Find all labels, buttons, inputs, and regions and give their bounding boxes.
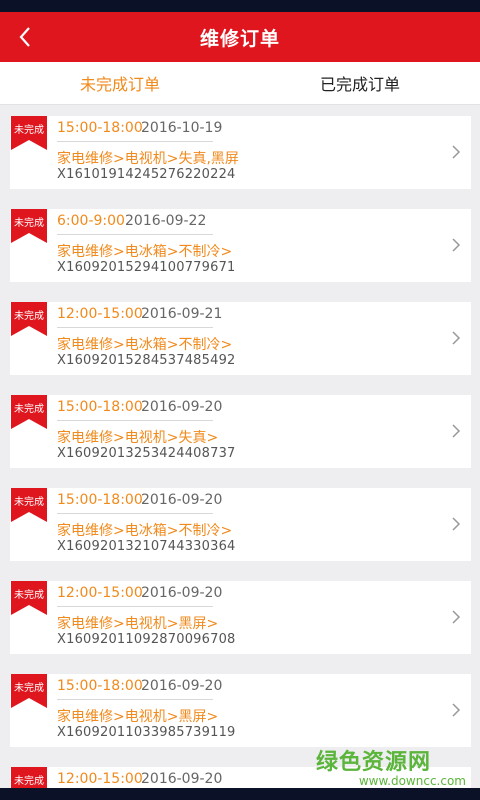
chevron-right-icon	[452, 610, 461, 624]
order-number: X16092015284537485492	[57, 353, 236, 368]
chevron-right-icon	[452, 703, 461, 717]
order-date: 2016-09-20	[141, 492, 223, 508]
order-tabs: 未完成订单 已完成订单	[0, 62, 480, 105]
status-label: 未完成	[14, 497, 44, 508]
order-number: X16092013253424408737	[57, 446, 236, 461]
order-card[interactable]: 未完成 15:00-18:00 2016-09-20 家电维修>电视机>失真> …	[10, 395, 471, 468]
status-ribbon: 未完成	[11, 674, 47, 708]
divider	[57, 420, 213, 421]
order-category: 家电维修>电视机>失真>	[57, 430, 219, 446]
order-number: X16092015294100779671	[57, 260, 236, 275]
order-time: 12:00-15:00	[57, 306, 143, 322]
divider	[57, 141, 213, 142]
order-card[interactable]: 未完成 15:00-18:00 2016-09-20 家电维修>电冰箱>不制冷>…	[10, 488, 471, 561]
back-button[interactable]	[10, 12, 40, 62]
order-time: 6:00-9:00	[57, 213, 125, 229]
navigation-bar	[0, 788, 480, 800]
order-card[interactable]: 未完成 15:00-18:00 2016-09-20 家电维修>电视机>黑屏> …	[10, 674, 471, 747]
divider	[57, 606, 213, 607]
status-ribbon: 未完成	[11, 116, 47, 150]
order-date: 2016-09-20	[141, 585, 223, 601]
order-category: 家电维修>电视机>黑屏>	[57, 616, 219, 632]
tab-completed-orders[interactable]: 已完成订单	[240, 62, 480, 104]
order-date: 2016-09-20	[141, 771, 223, 787]
order-time: 12:00-15:00	[57, 771, 143, 787]
status-ribbon: 未完成	[11, 488, 47, 522]
order-time: 12:00-15:00	[57, 585, 143, 601]
page-title: 维修订单	[199, 27, 280, 50]
order-category: 家电维修>电视机>黑屏>	[57, 709, 219, 725]
order-time: 15:00-18:00	[57, 492, 143, 508]
status-bar	[0, 0, 480, 12]
order-number: X16092013210744330364	[57, 539, 236, 554]
order-date: 2016-09-22	[125, 213, 207, 229]
status-label: 未完成	[14, 590, 44, 601]
order-date: 2016-09-20	[141, 399, 223, 415]
status-label: 未完成	[14, 311, 44, 322]
order-time: 15:00-18:00	[57, 399, 143, 415]
watermark-text: 绿色资源网	[316, 750, 432, 775]
order-number: X16092011092870096708	[57, 632, 236, 647]
order-category: 家电维修>电视机>失真,黑屏	[57, 151, 239, 167]
divider	[57, 327, 213, 328]
status-ribbon: 未完成	[11, 302, 47, 336]
order-list: 未完成 15:00-18:00 2016-10-19 家电维修>电视机>失真,黑…	[0, 105, 480, 788]
order-time: 15:00-18:00	[57, 120, 143, 136]
chevron-right-icon	[452, 331, 461, 345]
status-label: 未完成	[14, 404, 44, 415]
order-category: 家电维修>电冰箱>不制冷>	[57, 244, 233, 260]
status-ribbon: 未完成	[11, 767, 47, 788]
chevron-right-icon	[452, 424, 461, 438]
chevron-right-icon	[452, 145, 461, 159]
status-ribbon: 未完成	[11, 581, 47, 615]
order-number: X16092011033985739119	[57, 725, 236, 740]
order-card[interactable]: 未完成 15:00-18:00 2016-10-19 家电维修>电视机>失真,黑…	[10, 116, 471, 189]
order-number: X16101914245276220224	[57, 167, 236, 182]
tab-incomplete-orders[interactable]: 未完成订单	[0, 62, 240, 104]
order-category: 家电维修>电冰箱>不制冷>	[57, 337, 233, 353]
divider	[57, 513, 213, 514]
status-label: 未完成	[14, 125, 44, 136]
divider	[57, 234, 213, 235]
order-date: 2016-09-20	[141, 678, 223, 694]
status-label: 未完成	[14, 776, 44, 787]
status-label: 未完成	[14, 218, 44, 229]
order-date: 2016-09-21	[141, 306, 223, 322]
status-ribbon: 未完成	[11, 209, 47, 243]
order-card[interactable]: 未完成 12:00-15:00 2016-09-21 家电维修>电冰箱>不制冷>…	[10, 302, 471, 375]
order-time: 15:00-18:00	[57, 678, 143, 694]
order-date: 2016-10-19	[141, 120, 223, 136]
chevron-left-icon	[19, 27, 30, 47]
status-label: 未完成	[14, 683, 44, 694]
chevron-right-icon	[452, 517, 461, 531]
watermark-logo: 绿色资源网 www.downcc.com	[316, 744, 466, 788]
order-category: 家电维修>电冰箱>不制冷>	[57, 523, 233, 539]
order-card[interactable]: 未完成 6:00-9:00 2016-09-22 家电维修>电冰箱>不制冷> X…	[10, 209, 471, 282]
chevron-right-icon	[452, 238, 461, 252]
watermark-url: www.downcc.com	[358, 774, 466, 788]
app-header: 维修订单	[0, 12, 480, 62]
status-ribbon: 未完成	[11, 395, 47, 429]
order-card[interactable]: 未完成 12:00-15:00 2016-09-20 家电维修>电视机>黑屏> …	[10, 581, 471, 654]
divider	[57, 699, 213, 700]
